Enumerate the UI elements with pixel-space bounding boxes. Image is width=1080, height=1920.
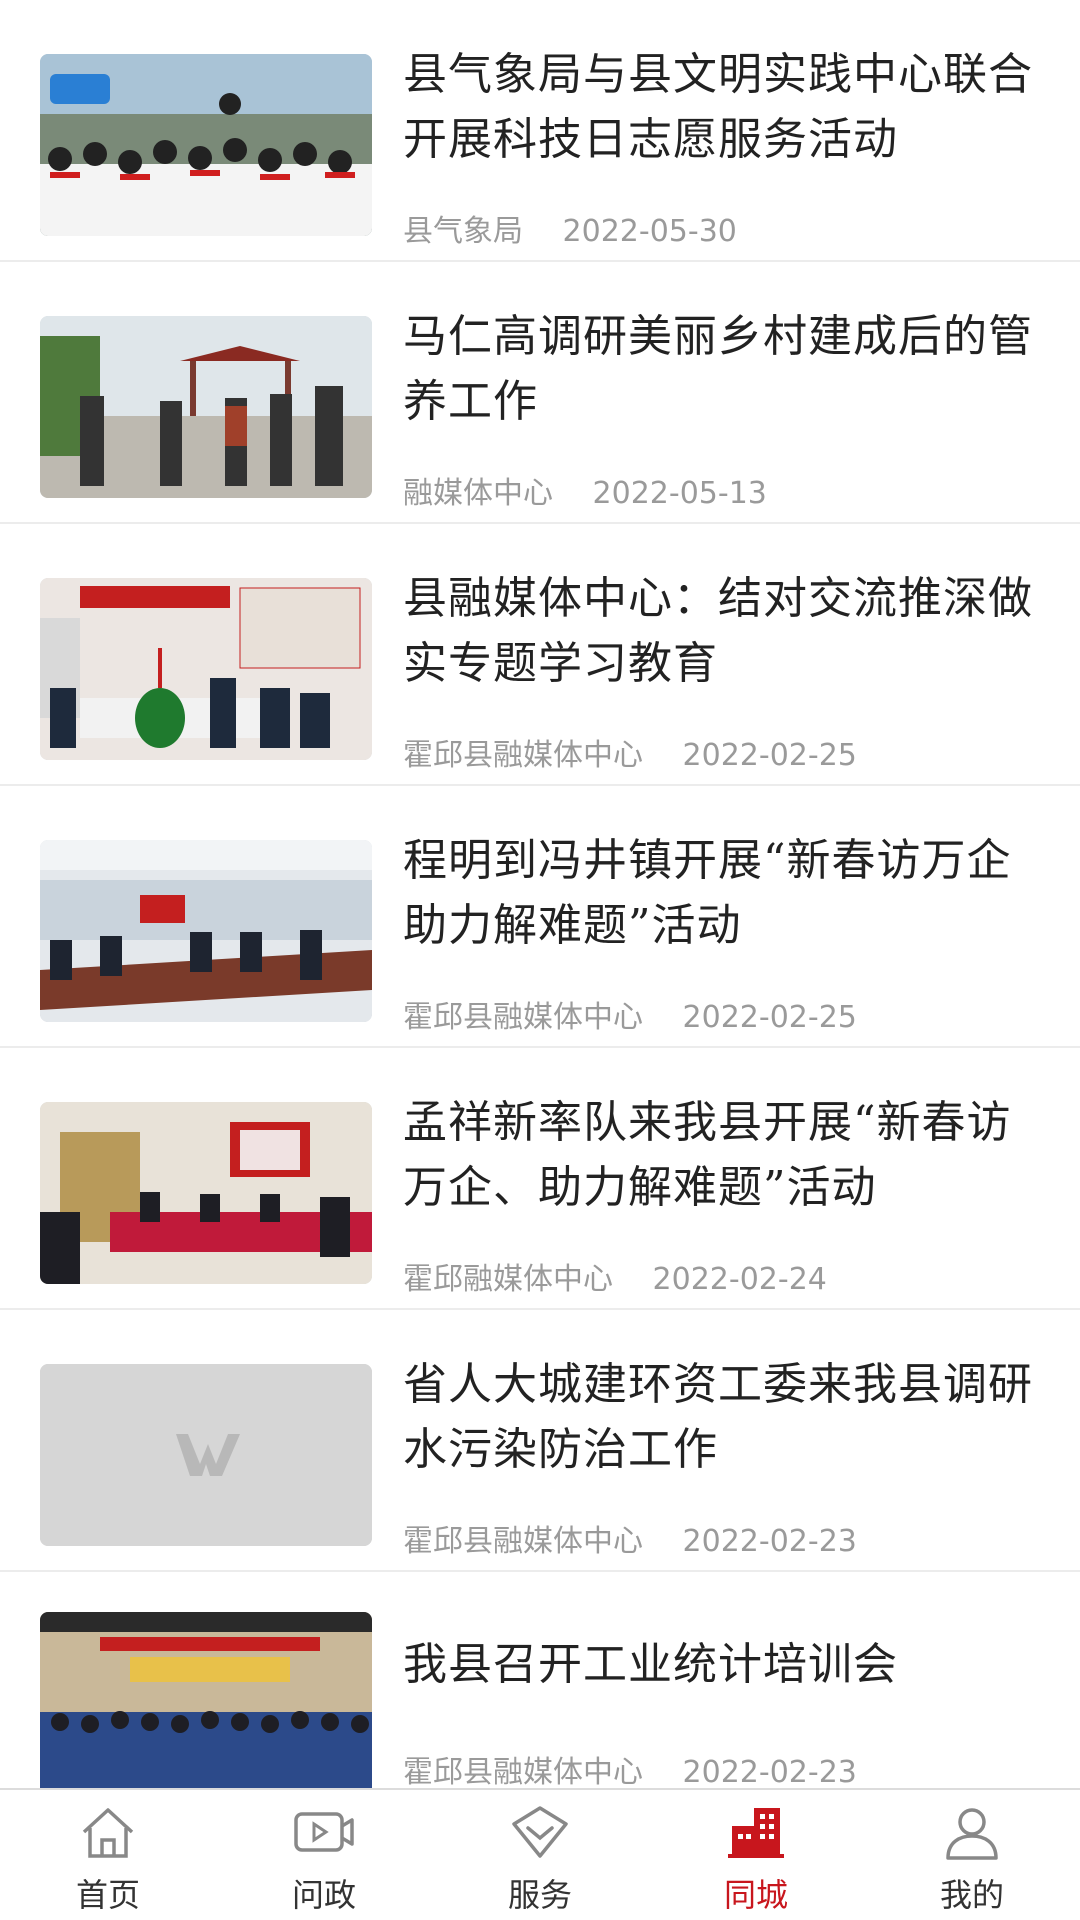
news-source: 融媒体中心: [403, 476, 553, 511]
news-date: 2022-02-25: [682, 1000, 857, 1035]
user-icon: [946, 1808, 998, 1860]
app-root: 县气象局与县文明实践中心联合开展科技日志愿服务活动 县气象局 2022-05-3…: [0, 0, 1080, 1920]
news-meta: 融媒体中心 2022-05-13: [403, 468, 767, 512]
news-title[interactable]: 孟祥新率队来我县开展“新春访万企、助力解难题”活动: [403, 1090, 1043, 1220]
news-meta: 县气象局 2022-05-30: [403, 206, 737, 250]
news-item[interactable]: 孟祥新率队来我县开展“新春访万企、助力解难题”活动 霍邱融媒体中心 2022-0…: [0, 1048, 1080, 1310]
tab-wenzheng[interactable]: 问政: [216, 1790, 432, 1920]
news-source: 霍邱融媒体中心: [403, 1262, 613, 1297]
tab-home-label: 首页: [75, 1876, 140, 1914]
news-date: 2022-02-23: [682, 1755, 857, 1788]
news-title[interactable]: 我县召开工业统计培训会: [403, 1632, 1043, 1697]
tab-mine-label: 我的: [939, 1876, 1004, 1914]
tab-tongcheng-label: 同城: [723, 1876, 788, 1914]
news-date: 2022-05-30: [562, 214, 737, 249]
news-date: 2022-05-13: [592, 476, 767, 511]
news-date: 2022-02-23: [682, 1524, 857, 1559]
news-list: 县气象局与县文明实践中心联合开展科技日志愿服务活动 县气象局 2022-05-3…: [0, 0, 1080, 1788]
news-item[interactable]: 县融媒体中心：结对交流推深做实专题学习教育 霍邱县融媒体中心 2022-02-2…: [0, 524, 1080, 786]
tab-mine[interactable]: 我的: [864, 1790, 1080, 1920]
home-icon: [82, 1808, 134, 1858]
news-meta: 霍邱县融媒体中心 2022-02-25: [403, 730, 857, 774]
news-item[interactable]: 县气象局与县文明实践中心联合开展科技日志愿服务活动 县气象局 2022-05-3…: [0, 0, 1080, 262]
tab-service[interactable]: 服务: [432, 1790, 648, 1920]
building-icon: [728, 1808, 784, 1858]
news-title[interactable]: 省人大城建环资工委来我县调研水污染防治工作: [403, 1352, 1043, 1482]
news-thumbnail[interactable]: [40, 316, 372, 498]
news-source: 霍邱县融媒体中心: [403, 1755, 643, 1788]
news-item[interactable]: 马仁高调研美丽乡村建成后的管养工作 融媒体中心 2022-05-13: [0, 262, 1080, 524]
news-thumbnail[interactable]: [40, 1102, 372, 1284]
news-thumbnail[interactable]: [40, 578, 372, 760]
news-thumbnail-placeholder[interactable]: [40, 1364, 372, 1546]
service-icon: [512, 1806, 568, 1858]
news-title[interactable]: 程明到冯井镇开展“新春访万企 助力解难题”活动: [403, 828, 1043, 958]
bottom-tab-bar: 首页 问政 服务 同城 我的: [0, 1788, 1080, 1920]
news-thumbnail[interactable]: [40, 54, 372, 236]
news-meta: 霍邱县融媒体中心 2022-02-25: [403, 992, 857, 1036]
news-title[interactable]: 县气象局与县文明实践中心联合开展科技日志愿服务活动: [403, 42, 1043, 172]
news-item[interactable]: 我县召开工业统计培训会 霍邱县融媒体中心 2022-02-23: [0, 1572, 1080, 1788]
news-source: 霍邱县融媒体中心: [403, 738, 643, 773]
news-source: 霍邱县融媒体中心: [403, 1000, 643, 1035]
news-thumbnail[interactable]: [40, 1612, 372, 1788]
news-date: 2022-02-25: [682, 738, 857, 773]
news-date: 2022-02-24: [652, 1262, 827, 1297]
news-title[interactable]: 县融媒体中心：结对交流推深做实专题学习教育: [403, 566, 1043, 696]
tab-wenzheng-label: 问政: [291, 1876, 356, 1914]
tab-tongcheng[interactable]: 同城: [648, 1790, 864, 1920]
news-item[interactable]: 省人大城建环资工委来我县调研水污染防治工作 霍邱县融媒体中心 2022-02-2…: [0, 1310, 1080, 1572]
news-thumbnail[interactable]: [40, 840, 372, 1022]
video-icon: [294, 1812, 354, 1852]
news-source: 霍邱县融媒体中心: [403, 1524, 643, 1559]
news-meta: 霍邱融媒体中心 2022-02-24: [403, 1254, 827, 1298]
tab-home[interactable]: 首页: [0, 1790, 216, 1920]
news-meta: 霍邱县融媒体中心 2022-02-23: [403, 1516, 857, 1560]
news-meta: 霍邱县融媒体中心 2022-02-23: [403, 1747, 857, 1788]
news-title[interactable]: 马仁高调研美丽乡村建成后的管养工作: [403, 304, 1043, 434]
news-source: 县气象局: [403, 214, 523, 249]
news-item[interactable]: 程明到冯井镇开展“新春访万企 助力解难题”活动 霍邱县融媒体中心 2022-02…: [0, 786, 1080, 1048]
tab-service-label: 服务: [507, 1876, 572, 1914]
